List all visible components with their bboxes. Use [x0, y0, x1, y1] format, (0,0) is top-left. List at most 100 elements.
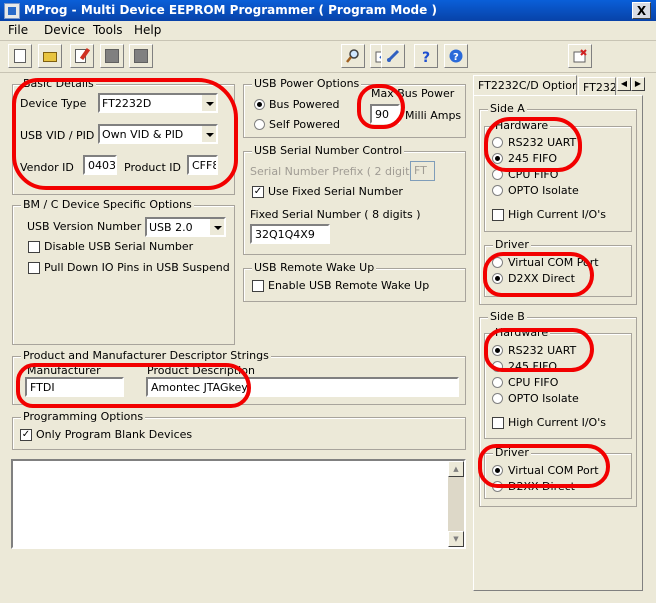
side-a-opto-label: OPTO Isolate [508, 184, 579, 197]
pull-down-checkbox[interactable] [28, 262, 40, 274]
product-description-field[interactable]: Amontec JTAGkey [146, 377, 459, 397]
program-device-button[interactable] [381, 44, 405, 68]
use-fixed-serial-label: Use Fixed Serial Number [268, 185, 403, 198]
self-powered-radio[interactable] [254, 119, 265, 130]
tab-scroll-left-icon[interactable]: ◀ [617, 77, 631, 91]
tab-ft232[interactable]: FT232 [578, 77, 616, 95]
chevron-down-icon[interactable] [201, 95, 216, 111]
device-type-label: Device Type [20, 97, 87, 110]
side-b-driver-title: Driver [493, 446, 531, 459]
tab-scroll-right-icon[interactable]: ▶ [631, 77, 645, 91]
menu-device[interactable]: Device [44, 23, 85, 37]
usb-version-label: USB Version Number [27, 220, 142, 233]
tab-ft2232-options[interactable]: FT2232C/D Options [473, 75, 577, 95]
bus-powered-radio[interactable] [254, 99, 265, 110]
side-b-245fifo-label: 245 FIFO [508, 360, 558, 373]
disable-serial-label: Disable USB Serial Number [44, 240, 194, 253]
fixed-serial-field[interactable]: 32Q1Q4X9 [250, 224, 330, 244]
usb-vid-pid-select[interactable]: Own VID & PID [98, 124, 218, 144]
device-type-select[interactable]: FT2232D [98, 93, 218, 113]
side-b-title: Side B [488, 310, 527, 323]
stop-button-2[interactable] [129, 44, 153, 68]
side-a-title: Side A [488, 102, 527, 115]
about-icon: ? [449, 49, 463, 63]
chevron-down-icon[interactable] [209, 219, 224, 235]
window-bottom-edge [0, 596, 656, 603]
side-b-high-current-checkbox[interactable] [492, 417, 504, 429]
side-a-rs232-label: RS232 UART [508, 136, 577, 149]
open-button[interactable] [38, 44, 62, 68]
self-powered-label: Self Powered [269, 118, 340, 131]
usb-version-value: USB 2.0 [149, 221, 193, 234]
close-button[interactable]: X [632, 2, 651, 19]
max-bus-power-label: Max Bus Power [371, 87, 455, 100]
basic-details-title: Basic Details [21, 77, 96, 90]
bus-powered-label: Bus Powered [269, 98, 340, 111]
scroll-up-icon[interactable]: ▲ [448, 461, 464, 477]
usb-vid-pid-label: USB VID / PID [20, 129, 95, 142]
side-a-rs232-radio[interactable] [492, 137, 503, 148]
programming-options-title: Programming Options [21, 410, 146, 423]
side-b-cpu-fifo-label: CPU FIFO [508, 376, 559, 389]
manufacturer-label: Manufacturer [27, 364, 101, 377]
new-button[interactable] [8, 44, 32, 68]
side-a-245fifo-label: 245 FIFO [508, 152, 558, 165]
side-b-245fifo-radio[interactable] [492, 361, 503, 372]
remote-wake-label: Enable USB Remote Wake Up [268, 279, 430, 292]
about-button[interactable]: ? [444, 44, 468, 68]
side-a-245fifo-radio[interactable] [492, 153, 503, 164]
manufacturer-field[interactable]: FTDI [25, 377, 124, 397]
side-b-cpu-fifo-radio[interactable] [492, 377, 503, 388]
use-fixed-serial-checkbox[interactable]: ✓ [252, 186, 264, 198]
app-icon [4, 3, 20, 19]
search-button[interactable] [341, 44, 365, 68]
side-b-d2xx-radio[interactable] [492, 481, 503, 492]
side-b-rs232-label: RS232 UART [508, 344, 577, 357]
open-icon [43, 52, 57, 62]
side-b-opto-label: OPTO Isolate [508, 392, 579, 405]
disable-serial-checkbox[interactable] [28, 241, 40, 253]
side-a-d2xx-label: D2XX Direct [508, 272, 575, 285]
stop-icon [134, 49, 148, 63]
stop-button-1[interactable] [100, 44, 124, 68]
side-b-opto-radio[interactable] [492, 393, 503, 404]
main-window: MProg - Multi Device EEPROM Programmer (… [0, 0, 656, 603]
side-a-cpu-fifo-radio[interactable] [492, 169, 503, 180]
usb-power-title: USB Power Options [252, 77, 362, 90]
edit-button[interactable] [70, 44, 94, 68]
menu-tools[interactable]: Tools [93, 23, 123, 37]
side-b-vcp-radio[interactable] [492, 465, 503, 476]
serial-prefix-field[interactable]: FT [410, 161, 435, 181]
device-type-value: FT2232D [102, 97, 152, 110]
chevron-down-icon[interactable] [201, 126, 216, 142]
side-b-rs232-radio[interactable] [492, 345, 503, 356]
log-area[interactable]: ▲ ▼ [11, 459, 466, 549]
serial-prefix-label: Serial Number Prefix ( 2 digits ) [250, 165, 423, 178]
product-id-field[interactable]: CFF8 [187, 155, 218, 175]
help-button[interactable]: ? [414, 44, 438, 68]
side-a-high-current-checkbox[interactable] [492, 209, 504, 221]
title-bar[interactable]: MProg - Multi Device EEPROM Programmer (… [0, 0, 656, 21]
svg-text:?: ? [453, 52, 459, 63]
pull-down-label: Pull Down IO Pins in USB Suspend [44, 261, 230, 274]
side-b-hardware-title: Hardware [493, 326, 551, 339]
side-a-vcp-radio[interactable] [492, 257, 503, 268]
side-a-opto-radio[interactable] [492, 185, 503, 196]
close-file-button[interactable] [568, 44, 592, 68]
side-b-high-current-label: High Current I/O's [508, 416, 606, 429]
log-scrollbar[interactable]: ▲ ▼ [448, 461, 464, 547]
max-bus-power-field[interactable]: 90 [370, 104, 400, 124]
milli-amps-label: Milli Amps [405, 109, 462, 122]
usb-version-select[interactable]: USB 2.0 [145, 217, 226, 237]
usb-vid-pid-value: Own VID & PID [102, 128, 184, 141]
only-blank-checkbox[interactable]: ✓ [20, 429, 32, 441]
menu-help[interactable]: Help [134, 23, 161, 37]
vendor-id-field[interactable]: 0403 [83, 155, 117, 175]
remote-wake-checkbox[interactable] [252, 280, 264, 292]
vendor-id-label: Vendor ID [20, 161, 74, 174]
close-file-icon [573, 49, 587, 63]
side-a-d2xx-radio[interactable] [492, 273, 503, 284]
menu-file[interactable]: File [8, 23, 28, 37]
scroll-down-icon[interactable]: ▼ [448, 531, 464, 547]
window-title: MProg - Multi Device EEPROM Programmer (… [24, 3, 437, 17]
